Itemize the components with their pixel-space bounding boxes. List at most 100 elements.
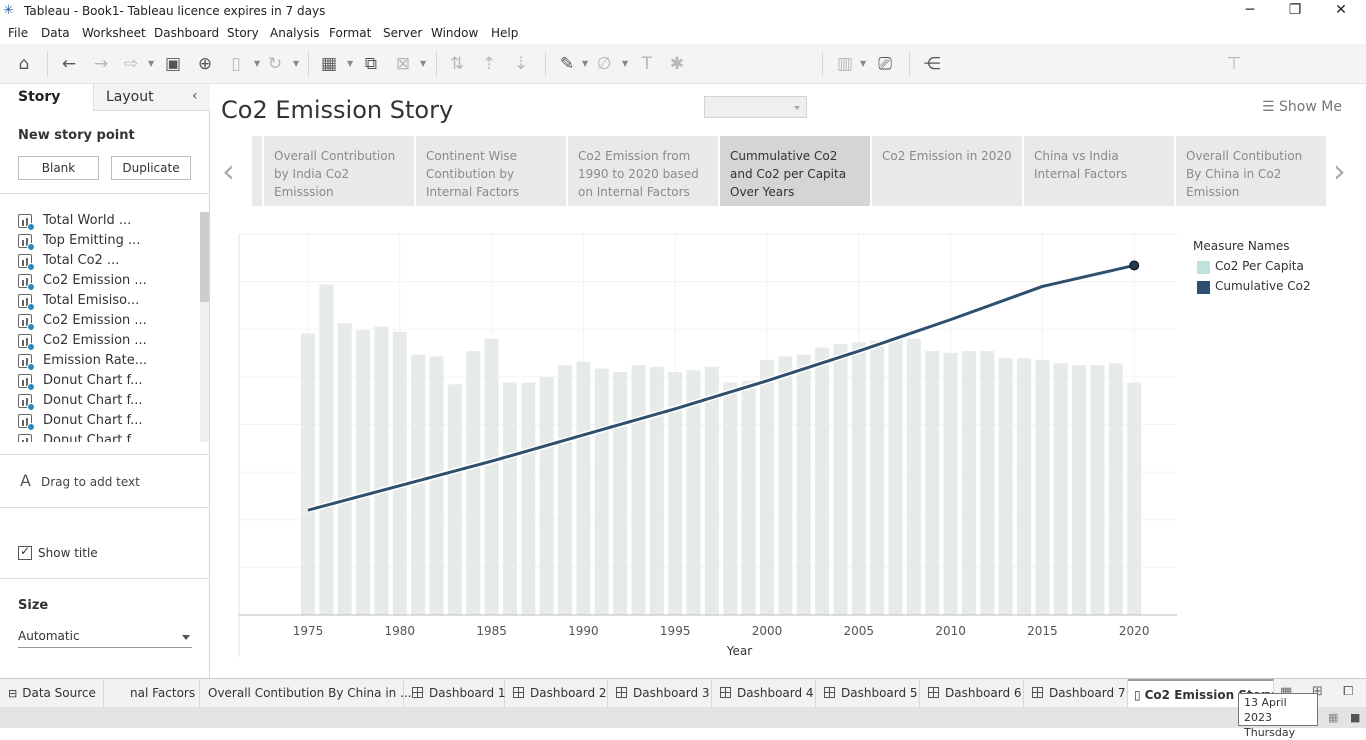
drag-text-label: Drag to add text (40, 475, 140, 489)
minimize-icon[interactable]: ─ (1240, 2, 1260, 20)
show-title-checkbox[interactable]: Show title (18, 544, 98, 560)
story-point-5[interactable]: Co2 Emission in 2020 (872, 136, 1022, 206)
tab-overall-contibution-china[interactable]: Overall Contibution By China in ... (200, 679, 412, 707)
chevron-down-icon[interactable]: ▼ (860, 59, 866, 68)
story-point-7[interactable]: Overall Contibution By China in Co2 Emis… (1176, 136, 1326, 206)
chevron-down-icon[interactable]: ▼ (420, 59, 426, 68)
format-painter-icon[interactable]: ⊤ (1224, 54, 1244, 74)
chart-svg: 1975 1980 1985 1990 1995 2000 2005 2010 2015 2020… (238, 233, 1177, 658)
bar-co2-per-capita (796, 354, 811, 615)
menu-data[interactable]: Data (41, 26, 70, 40)
swap-icon[interactable]: ⇅ (447, 54, 467, 74)
refresh-icon[interactable]: ↻ (265, 54, 285, 74)
home-icon[interactable]: ⌂ (14, 54, 34, 74)
sheet-name: Donut Chart f... (43, 413, 143, 428)
bar-co2-per-capita (319, 284, 334, 615)
tab-story[interactable]: Story (0, 84, 93, 111)
x-tick-label: 1985 (476, 624, 507, 638)
show-me-button[interactable]: ☰ Show Me (1262, 99, 1342, 115)
undo-icon[interactable]: ← (59, 54, 79, 74)
story-icon: ▯ (1134, 688, 1141, 702)
fix-axes-icon[interactable]: ✱ (667, 54, 687, 74)
divider (0, 507, 210, 508)
divider (545, 52, 546, 76)
show-mark-labels-icon[interactable]: T (637, 54, 657, 74)
sheet-sorter-icon[interactable]: ▦ (1328, 711, 1338, 724)
story-point-1[interactable]: Overall Contribution by India Co2 Emisss… (264, 136, 414, 206)
replay-icon[interactable]: ⇨ (121, 54, 141, 74)
sheet-list-scroll-thumb[interactable] (200, 212, 209, 302)
new-data-source-icon[interactable]: ⊕ (195, 54, 215, 74)
film-strip-icon[interactable]: ■ (1350, 711, 1360, 724)
tab-dashboard-1[interactable]: Dashboard 1 (404, 679, 506, 707)
tab-dashboard-2[interactable]: Dashboard 2 (505, 679, 608, 707)
chevron-down-icon[interactable]: ▼ (293, 59, 299, 68)
used-in-story-icon (27, 223, 35, 231)
tab-dashboard-4[interactable]: Dashboard 4 (712, 679, 816, 707)
restore-icon[interactable]: ❐ (1285, 2, 1305, 20)
menu-analysis[interactable]: Analysis (270, 26, 319, 40)
x-tick-label: 2010 (935, 624, 966, 638)
show-cards-icon[interactable]: ▥ (835, 54, 855, 74)
text-icon: A (20, 471, 31, 490)
menu-help[interactable]: Help (491, 26, 518, 40)
duplicate-button[interactable]: Duplicate (111, 156, 191, 180)
menu-story[interactable]: Story (227, 26, 259, 40)
story-point-3[interactable]: Co2 Emission from 1990 to 2020 based on … (568, 136, 718, 206)
bar-co2-per-capita (1127, 382, 1142, 615)
x-tick-label: 2000 (752, 624, 783, 638)
used-in-story-icon (27, 423, 35, 431)
story-point-4[interactable]: Cummulative Co2 and Co2 per Capita Over … (720, 136, 870, 206)
story-point-2[interactable]: Continent Wise Contibution by Internal F… (416, 136, 566, 206)
tooltip-date: 13 April 2023 (1244, 696, 1287, 724)
tab-internal-factors[interactable]: nal Factors (104, 679, 200, 707)
sheet-tabs-bar: ⊟ Data Source nal Factors Overall Contibu… (0, 678, 1366, 707)
previous-point-icon[interactable]: ‹ (222, 152, 235, 190)
next-point-icon[interactable]: › (1333, 152, 1346, 190)
legend-title: Measure Names (1193, 239, 1290, 253)
menu-format[interactable]: Format (329, 26, 371, 40)
save-icon[interactable]: ▣ (163, 54, 183, 74)
redo-icon[interactable]: → (91, 54, 111, 74)
sort-ascending-icon[interactable]: ⇡ (479, 54, 499, 74)
checkbox-checked-icon[interactable] (18, 544, 32, 560)
drag-to-add-text[interactable]: A Drag to add text (20, 471, 140, 490)
fit-select[interactable] (704, 96, 807, 118)
group-members-icon[interactable]: ∅ (594, 54, 614, 74)
tab-dashboard-6[interactable]: Dashboard 6 (920, 679, 1024, 707)
story-point-6[interactable]: China vs India Internal Factors (1024, 136, 1174, 206)
menu-server[interactable]: Server (383, 26, 422, 40)
sheet-name: Total World ... (43, 213, 132, 228)
chevron-down-icon[interactable]: ▼ (254, 59, 260, 68)
chevron-down-icon[interactable]: ▼ (622, 59, 628, 68)
presentation-mode-icon[interactable]: ⎚ (875, 54, 895, 74)
menu-worksheet[interactable]: Worksheet (82, 26, 146, 40)
new-story-tab-icon[interactable]: ⧠ (1343, 684, 1353, 699)
chevron-down-icon[interactable]: ▼ (148, 59, 154, 68)
menu-file[interactable]: File (8, 26, 28, 40)
tab-dashboard-3[interactable]: Dashboard 3 (608, 679, 712, 707)
menu-dashboard[interactable]: Dashboard (154, 26, 219, 40)
collapse-pane-icon[interactable]: ‹ (192, 88, 198, 104)
sheet-name: Total Emisiso... (43, 293, 140, 308)
tab-dashboard-5[interactable]: Dashboard 5 (816, 679, 920, 707)
story-point-partial[interactable] (252, 136, 262, 206)
tab-data-source[interactable]: ⊟ Data Source (0, 679, 104, 707)
sort-descending-icon[interactable]: ⇣ (511, 54, 531, 74)
duplicate-sheet-icon[interactable]: ⧉ (361, 54, 381, 74)
tab-dashboard-7[interactable]: Dashboard 7 (1024, 679, 1128, 707)
story-navigator: ‹ Overall Contribution by India Co2 Emis… (220, 136, 1360, 206)
chevron-down-icon[interactable]: ▼ (347, 59, 353, 68)
bar-co2-per-capita (337, 323, 352, 615)
bar-co2-per-capita (741, 380, 756, 615)
pause-updates-icon[interactable]: ▯ (226, 54, 246, 74)
close-icon[interactable]: ✕ (1331, 2, 1351, 20)
menu-window[interactable]: Window (431, 26, 478, 40)
share-icon[interactable]: ⋲ (922, 54, 942, 74)
blank-button[interactable]: Blank (18, 156, 99, 180)
new-worksheet-icon[interactable]: ▦ (319, 54, 339, 74)
size-select[interactable]: Automatic (18, 629, 192, 648)
chevron-down-icon[interactable]: ▼ (582, 59, 588, 68)
clear-sheet-icon[interactable]: ⊠ (393, 54, 413, 74)
highlight-icon[interactable]: ✎ (557, 54, 577, 74)
